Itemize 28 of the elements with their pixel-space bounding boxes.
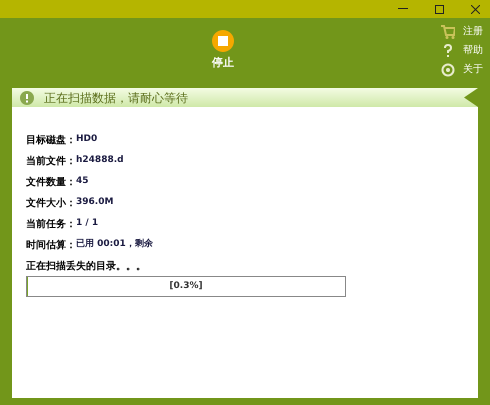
target-icon — [441, 63, 455, 77]
progress-text: [0.3%] — [168, 280, 204, 293]
field-label: 当前文件： — [26, 154, 76, 168]
field-label: 当前任务： — [26, 218, 76, 232]
field-label: 文件大小： — [26, 196, 76, 210]
question-mark-icon — [441, 44, 455, 58]
cart-icon — [441, 25, 455, 39]
maximize-icon[interactable] — [435, 4, 444, 14]
field-value: h24888.d — [76, 154, 124, 168]
ribbon-notch — [464, 88, 478, 107]
field-value: HD0 — [76, 133, 98, 146]
minimize-icon[interactable] — [398, 8, 408, 10]
field-value: 396.0M — [76, 196, 114, 210]
field-value: 已用 00:01，剩余 — [76, 238, 153, 252]
menu-link[interactable]: 帮助 — [463, 43, 483, 59]
banner-text: 正在扫描数据，请耐心等待 — [44, 90, 188, 106]
close-icon[interactable] — [471, 4, 480, 14]
menu-link[interactable]: 关于 — [463, 62, 483, 78]
field-value: 45 — [76, 175, 89, 188]
menu-link[interactable]: 注册 — [463, 24, 483, 40]
field-label: 目标磁盘： — [26, 134, 76, 148]
field-label: 文件数量： — [26, 176, 76, 190]
stop-button[interactable]: 停止 — [206, 30, 240, 72]
field-value: 1 / 1 — [76, 217, 98, 230]
status-text: 正在扫描丢失的目录。。。 — [26, 260, 147, 273]
stop-icon — [212, 30, 234, 52]
field-label: 时间估算： — [26, 238, 76, 252]
warning-icon — [20, 90, 34, 104]
